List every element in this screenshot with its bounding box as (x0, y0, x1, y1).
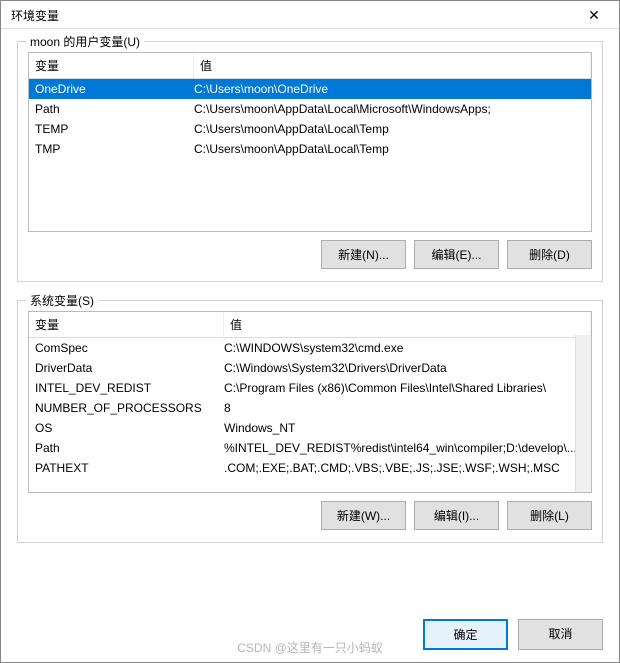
scrollbar[interactable] (575, 335, 591, 492)
cell-val: C:\Users\moon\AppData\Local\Microsoft\Wi… (194, 102, 585, 116)
table-row[interactable]: Path C:\Users\moon\AppData\Local\Microso… (29, 99, 591, 119)
user-delete-button[interactable]: 删除(D) (507, 240, 592, 269)
dialog-body: moon 的用户变量(U) 变量 值 OneDrive C:\Users\moo… (1, 29, 619, 601)
table-row[interactable]: NUMBER_OF_PROCESSORS 8 (29, 398, 591, 418)
system-table-header: 变量 值 (29, 312, 591, 338)
cell-var: OS (35, 421, 224, 435)
cell-val: C:\Program Files (x86)\Common Files\Inte… (224, 381, 585, 395)
col-value[interactable]: 值 (194, 53, 591, 78)
cell-var: TMP (35, 142, 194, 156)
system-vars-label: 系统变量(S) (26, 292, 98, 309)
cell-var: INTEL_DEV_REDIST (35, 381, 224, 395)
user-edit-button[interactable]: 编辑(E)... (414, 240, 499, 269)
env-vars-dialog: 环境变量 ✕ moon 的用户变量(U) 变量 值 OneDrive C:\Us… (0, 0, 620, 663)
cell-var: OneDrive (35, 82, 194, 96)
cell-var: NUMBER_OF_PROCESSORS (35, 401, 224, 415)
cell-val: .COM;.EXE;.BAT;.CMD;.VBS;.VBE;.JS;.JSE;.… (224, 461, 585, 475)
cell-var: ComSpec (35, 341, 224, 355)
cell-val: %INTEL_DEV_REDIST%redist\intel64_win\com… (224, 441, 585, 455)
table-row[interactable]: TMP C:\Users\moon\AppData\Local\Temp (29, 139, 591, 159)
table-row[interactable]: TEMP C:\Users\moon\AppData\Local\Temp (29, 119, 591, 139)
system-delete-button[interactable]: 删除(L) (507, 501, 592, 530)
system-new-button[interactable]: 新建(W)... (321, 501, 406, 530)
col-value[interactable]: 值 (224, 312, 591, 337)
cell-val: C:\Users\moon\OneDrive (194, 82, 585, 96)
table-row[interactable]: OneDrive C:\Users\moon\OneDrive (29, 79, 591, 99)
table-row[interactable]: ComSpec C:\WINDOWS\system32\cmd.exe (29, 338, 591, 358)
col-variable[interactable]: 变量 (29, 312, 224, 337)
cell-var: TEMP (35, 122, 194, 136)
user-vars-label: moon 的用户变量(U) (26, 33, 144, 50)
cell-val: Windows_NT (224, 421, 585, 435)
table-row[interactable]: PATHEXT .COM;.EXE;.BAT;.CMD;.VBS;.VBE;.J… (29, 458, 591, 478)
user-table-header: 变量 值 (29, 53, 591, 79)
user-buttons: 新建(N)... 编辑(E)... 删除(D) (28, 240, 592, 269)
user-vars-group: moon 的用户变量(U) 变量 值 OneDrive C:\Users\moo… (17, 41, 603, 282)
table-row[interactable]: Path %INTEL_DEV_REDIST%redist\intel64_wi… (29, 438, 591, 458)
dialog-title: 环境变量 (11, 7, 59, 24)
cell-var: DriverData (35, 361, 224, 375)
cell-var: Path (35, 441, 224, 455)
cell-var: Path (35, 102, 194, 116)
dialog-buttons: 确定 取消 (423, 619, 603, 650)
cell-val: C:\Users\moon\AppData\Local\Temp (194, 122, 585, 136)
table-row[interactable]: INTEL_DEV_REDIST C:\Program Files (x86)\… (29, 378, 591, 398)
titlebar: 环境变量 ✕ (1, 1, 619, 29)
system-edit-button[interactable]: 编辑(I)... (414, 501, 499, 530)
cancel-button[interactable]: 取消 (518, 619, 603, 650)
ok-button[interactable]: 确定 (423, 619, 508, 650)
user-new-button[interactable]: 新建(N)... (321, 240, 406, 269)
cell-val: C:\Windows\System32\Drivers\DriverData (224, 361, 585, 375)
cell-val: C:\WINDOWS\system32\cmd.exe (224, 341, 585, 355)
close-icon[interactable]: ✕ (579, 7, 609, 24)
table-row[interactable]: OS Windows_NT (29, 418, 591, 438)
watermark-text: CSDN @这里有一只小蚂蚁 (237, 639, 383, 656)
cell-val: C:\Users\moon\AppData\Local\Temp (194, 142, 585, 156)
cell-var: PATHEXT (35, 461, 224, 475)
cell-val: 8 (224, 401, 585, 415)
system-buttons: 新建(W)... 编辑(I)... 删除(L) (28, 501, 592, 530)
system-vars-group: 系统变量(S) 变量 值 ComSpec C:\WINDOWS\system32… (17, 300, 603, 543)
col-variable[interactable]: 变量 (29, 53, 194, 78)
user-vars-table[interactable]: 变量 值 OneDrive C:\Users\moon\OneDrive Pat… (28, 52, 592, 232)
table-row[interactable]: DriverData C:\Windows\System32\Drivers\D… (29, 358, 591, 378)
system-vars-table[interactable]: 变量 值 ComSpec C:\WINDOWS\system32\cmd.exe… (28, 311, 592, 493)
